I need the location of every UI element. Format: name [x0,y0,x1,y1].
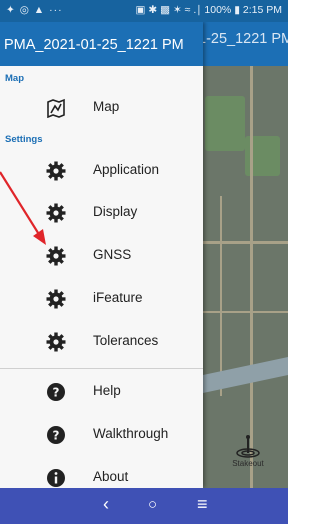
map-road [203,241,288,244]
annotation-arrow [0,171,46,245]
system-navigation-bar: ‹ ○ ≡ [0,488,288,524]
map-river [203,356,288,394]
drawer-item-label: GNSS [93,247,132,262]
map-title-tail: 1-25_1221 PM [198,31,288,47]
status-right-info: ▣ ✱ ▩ ✶ ≈ .∣ 100% ▮ 2:15 PM [135,4,282,16]
map-icon [47,98,65,118]
drawer-item-help[interactable]: ? Help [0,372,203,412]
drawer-item-walkthrough[interactable]: ? Walkthrough [0,415,203,455]
section-label-settings: Settings [5,134,43,145]
map-road [203,311,288,313]
drawer-item-label: Application [93,162,160,177]
home-button[interactable]: ○ [148,496,157,513]
drawer-item-tolerances[interactable]: Tolerances [0,322,203,362]
section-label-map: Map [5,73,24,84]
map-road [220,196,222,396]
project-title: PMA_2021-01-25_1221 PM [4,37,184,53]
drawer-item-map[interactable]: Map [0,88,203,128]
map-park [205,96,245,151]
drawer-item-label: Tolerances [93,333,159,348]
drawer-item-label: Walkthrough [93,426,169,441]
svg-text:?: ? [53,386,60,400]
info-icon [47,469,65,487]
stakeout-button[interactable]: Stakeout [226,434,270,468]
gear-icon [46,289,66,309]
svg-text:?: ? [53,429,60,443]
back-button[interactable]: ‹ [103,494,109,515]
drawer-header: PMA_2021-01-25_1221 PM [0,22,203,66]
status-bar: ✦ ◎ ▲ ··· ▣ ✱ ▩ ✶ ≈ .∣ 100% ▮ 2:15 PM [0,0,288,22]
drawer-item-label: Help [93,383,121,398]
drawer-item-label: About [93,469,129,484]
status-left-icons: ✦ ◎ ▲ ··· [6,4,63,16]
gear-icon [46,332,66,352]
drawer-item-label: Display [93,204,138,219]
map-road [250,66,253,488]
drawer-item-ifeature[interactable]: iFeature [0,279,203,319]
stakeout-label: Stakeout [232,459,264,468]
help-icon: ? [47,426,65,444]
help-icon: ? [47,383,65,401]
stakeout-icon [236,435,260,458]
drawer-item-label: iFeature [93,290,143,305]
drawer-item-label: Map [93,99,120,114]
drawer-divider [0,368,203,369]
recent-apps-button[interactable]: ≡ [197,494,208,515]
